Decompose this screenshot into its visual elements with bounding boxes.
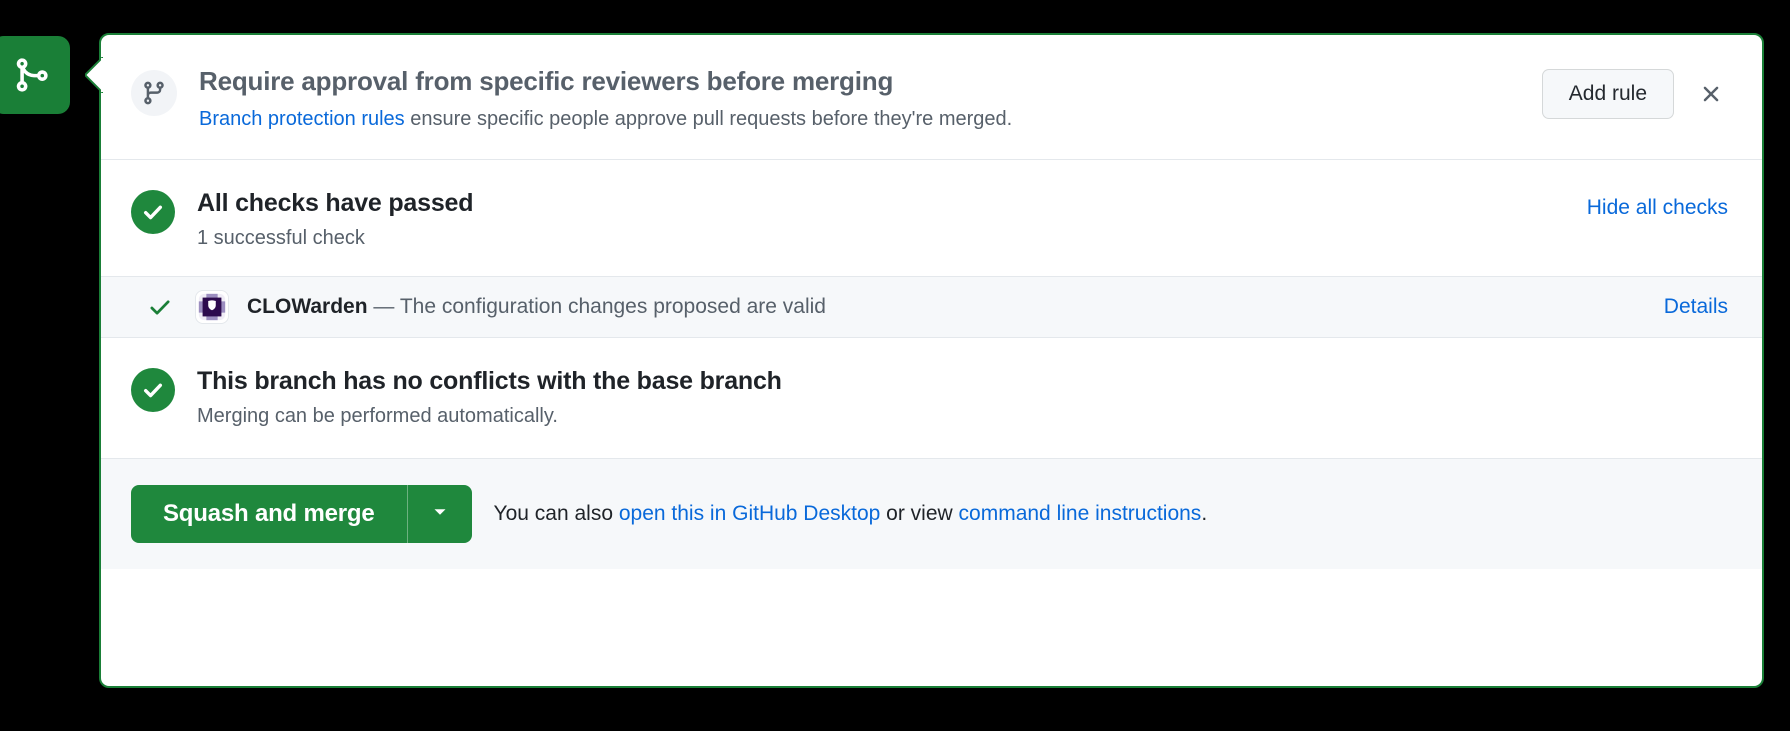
checks-summary-texts: All checks have passed 1 successful chec… — [197, 188, 1587, 250]
footer-note-prefix: You can also — [493, 501, 619, 525]
callout-pointer — [85, 57, 103, 93]
merge-status-badge — [0, 36, 70, 114]
conflicts-section: This branch has no conflicts with the ba… — [101, 338, 1762, 459]
merge-footer: Squash and merge You can also open this … — [101, 458, 1762, 569]
github-desktop-link[interactable]: open this in GitHub Desktop — [619, 502, 880, 525]
checks-summary: All checks have passed 1 successful chec… — [101, 160, 1762, 276]
checks-status-subtitle: 1 successful check — [197, 226, 365, 249]
merge-options-dropdown-button[interactable] — [407, 484, 472, 543]
squash-and-merge-button[interactable]: Squash and merge — [131, 484, 408, 543]
check-details-link[interactable]: Details — [1664, 295, 1728, 319]
check-icon — [147, 294, 173, 320]
git-branch-icon — [131, 70, 177, 116]
check-row-text: CLOWarden — The configuration changes pr… — [247, 295, 1664, 319]
conflicts-texts: This branch has no conflicts with the ba… — [197, 366, 782, 428]
merge-card: Require approval from specific reviewers… — [99, 33, 1764, 688]
check-description: The configuration changes proposed are v… — [399, 294, 826, 318]
conflicts-title: This branch has no conflicts with the ba… — [197, 366, 782, 395]
conflicts-subtitle: Merging can be performed automatically. — [197, 404, 558, 427]
header-description: Branch protection rules ensure specific … — [199, 105, 1522, 133]
chevron-down-icon — [429, 501, 451, 526]
table-row[interactable]: CLOWarden — The configuration changes pr… — [101, 275, 1762, 338]
footer-note-middle: or view — [880, 501, 959, 525]
add-rule-button[interactable]: Add rule — [1541, 69, 1674, 119]
header-actions: Add rule — [1541, 69, 1728, 119]
check-separator: — — [367, 294, 400, 318]
check-circle-icon — [131, 367, 175, 412]
check-circle-icon — [131, 189, 175, 234]
footer-note: You can also open this in GitHub Desktop… — [494, 502, 1208, 526]
page-title: Require approval from specific reviewers… — [199, 66, 894, 96]
checks-status-title: All checks have passed — [197, 188, 474, 217]
merge-box-stage: Require approval from specific reviewers… — [0, 0, 1790, 731]
check-app-name: CLOWarden — [247, 294, 368, 318]
merge-button-group: Squash and merge — [131, 484, 472, 543]
close-icon — [1698, 81, 1724, 107]
git-merge-icon — [12, 56, 50, 94]
close-button[interactable] — [1694, 77, 1728, 111]
branch-protection-rules-link[interactable]: Branch protection rules — [199, 108, 405, 130]
header-texts: Require approval from specific reviewers… — [199, 65, 1522, 133]
command-line-instructions-link[interactable]: command line instructions — [959, 502, 1202, 525]
branch-protection-header: Require approval from specific reviewers… — [101, 35, 1762, 160]
hide-all-checks-link[interactable]: Hide all checks — [1587, 196, 1728, 220]
header-description-rest: ensure specific people approve pull requ… — [404, 107, 1013, 130]
clowarden-avatar-icon — [195, 289, 229, 324]
footer-note-suffix: . — [1201, 501, 1208, 525]
